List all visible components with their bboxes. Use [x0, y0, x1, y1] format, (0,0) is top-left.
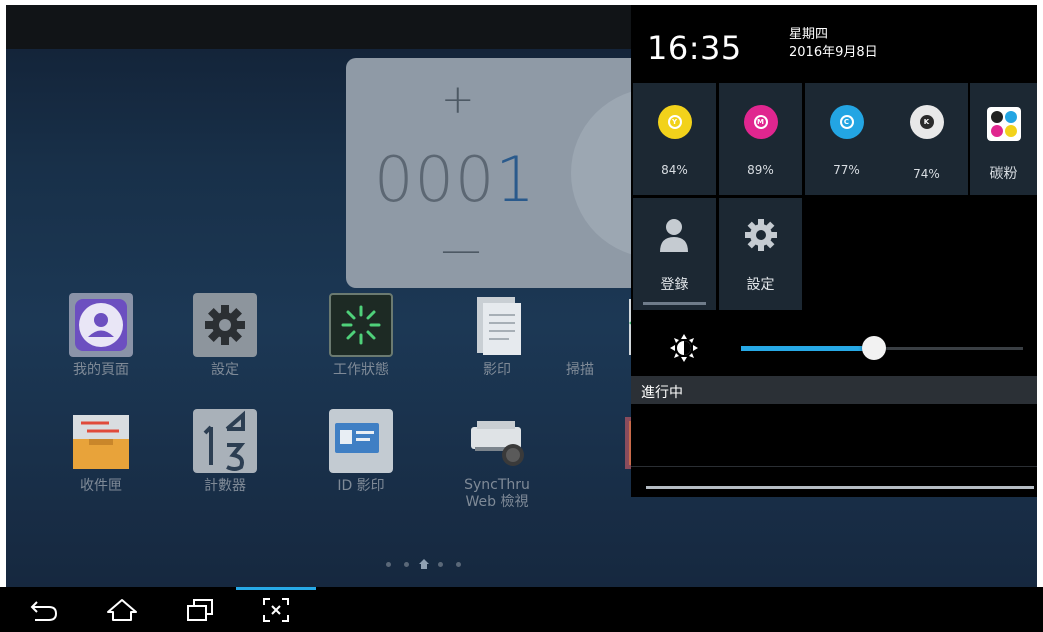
app-label-line2: Web 檢視: [465, 494, 529, 510]
app-id-copy[interactable]: ID 影印: [306, 409, 416, 495]
page-indicator: [376, 558, 506, 570]
gear-icon: [745, 219, 777, 251]
in-progress-label: 進行中: [641, 385, 683, 401]
user-icon: [660, 219, 688, 252]
toner-letter: C: [839, 115, 854, 129]
toner-percent: 77%: [833, 163, 860, 177]
home-page-icon[interactable]: [418, 558, 430, 570]
toner-yellow-tile[interactable]: Y 84%: [633, 83, 716, 195]
toner-magenta-icon: M: [743, 105, 778, 139]
settings-tile[interactable]: 設定: [719, 198, 802, 310]
login-tile[interactable]: 登錄: [633, 198, 716, 310]
page-dot[interactable]: [438, 562, 443, 567]
brightness-slider-fill: [741, 346, 874, 351]
app-settings[interactable]: 設定: [170, 293, 280, 379]
weekday: 星期四: [789, 27, 829, 42]
home-button[interactable]: [102, 593, 142, 627]
recent-apps-icon: [187, 599, 213, 621]
id-card-icon: [329, 409, 393, 473]
screen-capture-button[interactable]: [256, 593, 296, 627]
copy-count-lead: 000: [374, 143, 496, 216]
toner-magenta-tile[interactable]: M 89%: [719, 83, 802, 195]
toner-letter: K: [919, 115, 934, 129]
toner-black-icon: K: [909, 105, 944, 139]
brightness-row: [631, 321, 1037, 376]
toner-percent: 84%: [661, 163, 688, 177]
home-icon: [107, 599, 137, 621]
back-icon: [30, 601, 58, 621]
decrement-button[interactable]: —: [441, 230, 481, 270]
toner-letter: Y: [667, 115, 682, 129]
page-dot[interactable]: [386, 562, 391, 567]
login-underline: [643, 302, 706, 305]
app-label: ID 影印: [337, 478, 385, 494]
active-indicator: [236, 587, 316, 590]
panel-drag-handle[interactable]: [646, 486, 1034, 489]
app-inbox[interactable]: 收件匣: [46, 409, 156, 495]
app-job-status[interactable]: 工作狀態: [306, 293, 416, 379]
toner-cyan-icon: C: [829, 105, 864, 139]
screen-capture-icon: [263, 598, 289, 622]
in-progress-header: 進行中: [631, 376, 1037, 404]
settings-label: 設定: [746, 277, 775, 293]
panel-divider: [631, 466, 1037, 467]
copy-counter-card: + 0001 —: [346, 58, 646, 288]
toner-percent: 74%: [913, 167, 940, 181]
brightness-slider-handle[interactable]: [862, 336, 886, 360]
copy-count: 0001: [374, 143, 536, 216]
copy-icon: [465, 293, 529, 357]
app-label: 設定: [211, 362, 239, 378]
increment-button[interactable]: +: [441, 80, 475, 120]
toner-cmyk-icon: [987, 107, 1021, 141]
page-dot[interactable]: [404, 562, 409, 567]
counter-icon: [193, 409, 257, 473]
app-label: 收件匣: [80, 478, 122, 494]
navigation-bar: [0, 587, 1043, 632]
printer-web-icon: [465, 409, 529, 473]
brightness-icon: [670, 334, 698, 362]
app-label: 我的頁面: [73, 362, 129, 378]
app-counter[interactable]: 計數器: [170, 409, 280, 495]
date: 2016年9月8日: [789, 45, 878, 60]
clock: 16:35: [647, 29, 742, 67]
toner-letter: M: [753, 115, 768, 129]
my-page-icon: [69, 293, 133, 357]
app-label: 計數器: [204, 478, 246, 494]
app-syncthru[interactable]: SyncThru Web 檢視: [442, 409, 552, 511]
copy-count-last-digit: 1: [495, 143, 536, 216]
back-button[interactable]: [24, 593, 64, 627]
recent-apps-button[interactable]: [180, 593, 220, 627]
login-label: 登錄: [660, 277, 689, 293]
toner-black-tile[interactable]: K 74%: [885, 83, 968, 195]
notification-panel: 16:35 星期四 2016年9月8日 Y 84% M 89% C 77% K …: [631, 5, 1037, 497]
app-label-line1: SyncThru: [464, 477, 530, 493]
toner-label: 碳粉: [989, 166, 1018, 182]
toner-summary-tile[interactable]: 碳粉: [970, 83, 1037, 195]
toner-cyan-tile[interactable]: C 77%: [805, 83, 888, 195]
app-label-group: SyncThru Web 檢視: [442, 477, 552, 511]
job-status-icon: [329, 293, 393, 357]
inbox-icon: [69, 409, 133, 473]
app-my-page[interactable]: 我的頁面: [46, 293, 156, 379]
toner-yellow-icon: Y: [657, 105, 692, 139]
app-label: 影印: [483, 362, 511, 378]
page-dot[interactable]: [456, 562, 461, 567]
toner-percent: 89%: [747, 163, 774, 177]
app-label: 工作狀態: [333, 362, 389, 378]
gear-icon: [193, 293, 257, 357]
app-copy[interactable]: 影印: [442, 293, 552, 379]
